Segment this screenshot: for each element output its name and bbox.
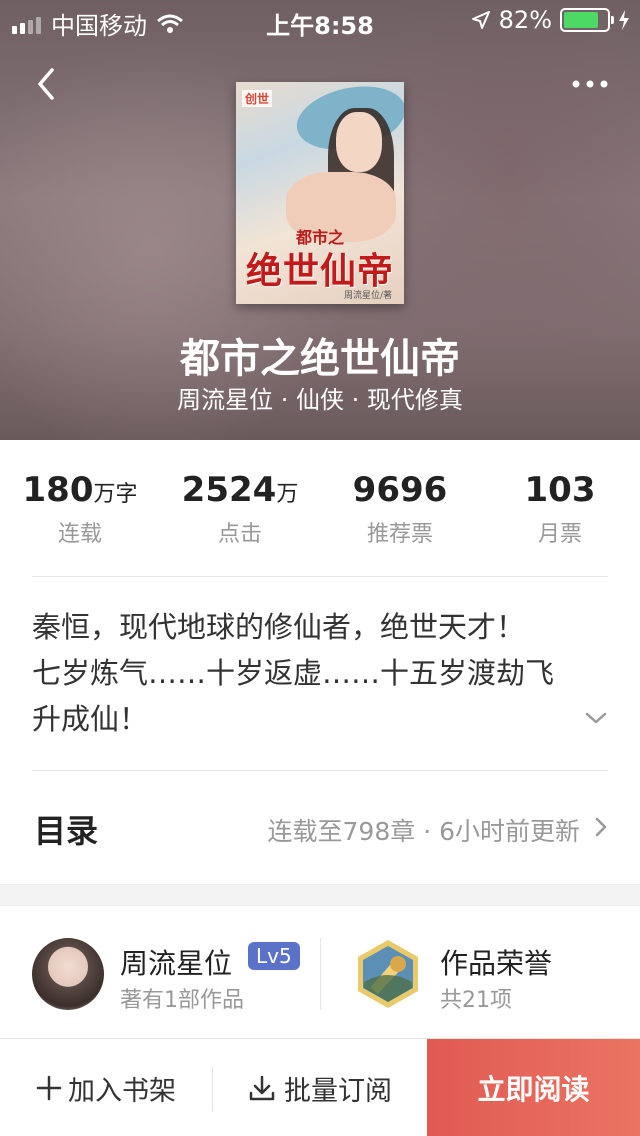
- catalog-row[interactable]: 目录 连载至798章 · 6小时前更新: [0, 772, 640, 884]
- chevron-right-icon: [595, 817, 607, 837]
- status-bar: 中国移动 上午8:58 82%: [0, 0, 640, 40]
- avatar: [32, 938, 104, 1010]
- author-card[interactable]: 周流星位 Lv5 著有1部作品: [32, 938, 312, 1014]
- battery-icon: [560, 8, 614, 32]
- synopsis-line: 秦恒，现代地球的修仙者，绝世天才！: [32, 610, 526, 644]
- author-name: 周流星位: [120, 947, 233, 980]
- divider: [32, 576, 608, 577]
- honor-title: 作品荣誉: [440, 947, 553, 980]
- status-right: 82%: [471, 6, 630, 34]
- level-badge: Lv5: [248, 942, 300, 970]
- book-cover[interactable]: 创世 都市之 绝世仙帝 周流星位/著: [236, 82, 404, 304]
- author-honor-row: 周流星位 Lv5 著有1部作品 作品荣誉 共21项: [0, 906, 640, 1038]
- cover-publisher-logo: 创世: [242, 90, 273, 107]
- divider: [32, 770, 608, 771]
- batch-subscribe-button[interactable]: 批量订阅: [213, 1039, 427, 1136]
- stat-value: 2524: [181, 470, 277, 510]
- catalog-update-info: 连载至798章 · 6小时前更新: [267, 817, 580, 846]
- honor-card[interactable]: 作品荣誉 共21项: [352, 938, 612, 1014]
- book-title: 都市之绝世仙帝: [180, 335, 460, 382]
- batch-subscribe-label: 批量订阅: [284, 1075, 392, 1107]
- download-icon: [249, 1075, 275, 1101]
- synopsis[interactable]: 秦恒，现代地球的修仙者，绝世天才！ 七岁炼气……十岁返虚……十五岁渡劫飞 升成仙…: [32, 604, 612, 742]
- cover-art-face: [336, 112, 382, 172]
- stats-row: 180万字 连载 2524万 点击 9696 推荐票 103 月票: [0, 440, 640, 576]
- stat-value: 180: [22, 470, 94, 510]
- section-gap: [0, 884, 640, 906]
- read-now-button[interactable]: 立即阅读: [427, 1039, 640, 1136]
- synopsis-line: 升成仙！: [32, 702, 149, 736]
- stat-label: 连载: [57, 522, 102, 547]
- plus-icon: [36, 1075, 62, 1101]
- charging-icon: [619, 10, 629, 30]
- add-to-shelf-button[interactable]: 加入书架: [0, 1039, 212, 1136]
- honor-badge-icon: [358, 940, 418, 1008]
- honor-count: 共21项: [440, 988, 512, 1013]
- add-to-shelf-label: 加入书架: [68, 1075, 176, 1107]
- expand-chevron-icon[interactable]: [584, 708, 608, 728]
- stat-unit: 万: [276, 482, 299, 507]
- author-works: 著有1部作品: [120, 988, 244, 1013]
- stat-clicks: 2524万 点击: [160, 440, 320, 576]
- stat-recommend: 9696 推荐票: [320, 440, 480, 576]
- synopsis-line: 七岁炼气……十岁返虚……十五岁渡劫飞: [32, 656, 555, 690]
- back-icon[interactable]: [28, 60, 68, 108]
- battery-percent: 82%: [498, 6, 552, 34]
- stat-words: 180万字 连载: [0, 440, 160, 576]
- location-icon: [471, 11, 490, 29]
- stat-monthly: 103 月票: [480, 440, 640, 576]
- stat-label: 点击: [217, 522, 262, 547]
- cover-author: 周流星位/著: [343, 291, 392, 301]
- stat-label: 推荐票: [366, 522, 433, 547]
- stat-value: 103: [524, 470, 596, 510]
- bottom-action-bar: 加入书架 批量订阅 立即阅读: [0, 1038, 640, 1136]
- divider: [320, 938, 321, 1010]
- more-icon[interactable]: [566, 66, 614, 102]
- stat-value: 9696: [352, 470, 448, 510]
- stat-label: 月票: [537, 522, 582, 547]
- cover-title-big: 绝世仙帝: [245, 250, 394, 292]
- book-meta: 周流星位 · 仙侠 · 现代修真: [177, 386, 463, 414]
- stat-unit: 万字: [93, 482, 138, 507]
- catalog-label: 目录: [34, 812, 99, 850]
